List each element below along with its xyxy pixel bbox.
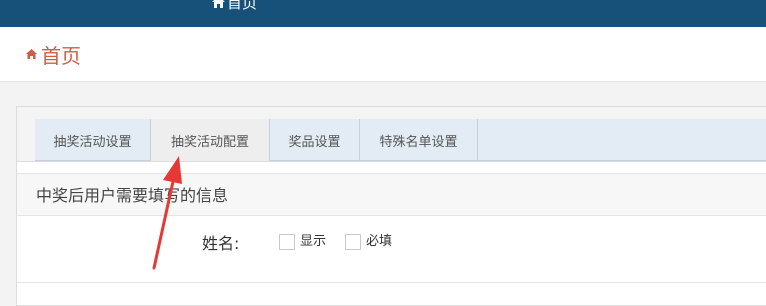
name-field-label: 姓名: xyxy=(202,234,240,253)
tab-label: 抽奖活动设置 xyxy=(53,134,132,150)
topbar-home-label: 首页 xyxy=(227,0,258,12)
topbar-home-link[interactable]: 首页 xyxy=(211,0,257,12)
tab-prize-settings[interactable]: 奖品设置 xyxy=(270,119,360,161)
show-checkbox[interactable] xyxy=(279,234,295,250)
tab-label: 特殊名单设置 xyxy=(379,134,458,150)
home-icon xyxy=(212,0,225,8)
annotation-arrow-icon xyxy=(152,156,182,270)
page-header xyxy=(0,27,766,82)
tab-label: 抽奖活动配置 xyxy=(170,134,249,150)
required-checkbox[interactable] xyxy=(345,234,361,250)
page-title: 首页 xyxy=(25,40,81,68)
show-checkbox-label[interactable]: 显示 xyxy=(300,234,326,250)
tab-special-list-settings[interactable]: 特殊名单设置 xyxy=(360,119,478,161)
home-icon xyxy=(26,49,37,59)
name-field-row xyxy=(17,217,766,283)
tab-lottery-settings[interactable]: 抽奖活动设置 xyxy=(35,119,151,161)
section-title: 中奖后用户需要填写的信息 xyxy=(36,186,229,205)
top-navbar: 首页 xyxy=(0,0,766,27)
tab-label: 奖品设置 xyxy=(288,134,341,150)
page-title-text: 首页 xyxy=(41,43,81,68)
required-checkbox-label[interactable]: 必填 xyxy=(366,234,392,250)
